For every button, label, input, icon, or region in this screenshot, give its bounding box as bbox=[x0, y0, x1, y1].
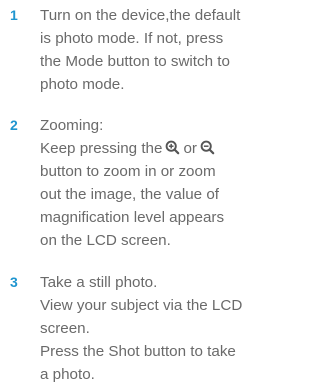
step-line: screen. bbox=[40, 320, 90, 337]
step-text-fragment: Keep pressing the bbox=[40, 140, 163, 157]
step-line: button to zoom in or zoom bbox=[40, 163, 216, 180]
step-line: View your subject via the LCD bbox=[40, 297, 243, 314]
step-text: Take a still photo. View your subject vi… bbox=[40, 271, 272, 386]
zoom-out-icon bbox=[200, 140, 215, 155]
zoom-in-icon bbox=[166, 140, 180, 155]
step-text: Zooming: Keep pressing the or button to z… bbox=[40, 114, 272, 252]
step-number: 1 bbox=[10, 7, 18, 23]
step-line: Press the Shot button to take bbox=[40, 343, 236, 360]
step-line: is photo mode. If not, press bbox=[40, 30, 224, 47]
step-line: photo mode. bbox=[40, 76, 125, 93]
step-line-with-icons: Keep pressing the or bbox=[40, 137, 272, 160]
step-line: a photo. bbox=[40, 366, 95, 383]
step-number: 3 bbox=[10, 274, 18, 290]
step-line: Turn on the device,the default bbox=[40, 7, 241, 24]
step-line: Zooming: bbox=[40, 117, 104, 134]
step-text: Turn on the device,the default is photo … bbox=[40, 4, 272, 96]
step-line: Take a still photo. bbox=[40, 274, 158, 291]
step-line: the Mode button to switch to bbox=[40, 53, 230, 70]
step-line: on the LCD screen. bbox=[40, 232, 171, 249]
step-number: 2 bbox=[10, 117, 18, 133]
step-line: out the image, the value of bbox=[40, 186, 219, 203]
instruction-steps: 1 Turn on the device,the default is phot… bbox=[0, 0, 273, 389]
step-line: magnification level appears bbox=[40, 209, 225, 226]
step-text-fragment: or bbox=[183, 140, 197, 157]
